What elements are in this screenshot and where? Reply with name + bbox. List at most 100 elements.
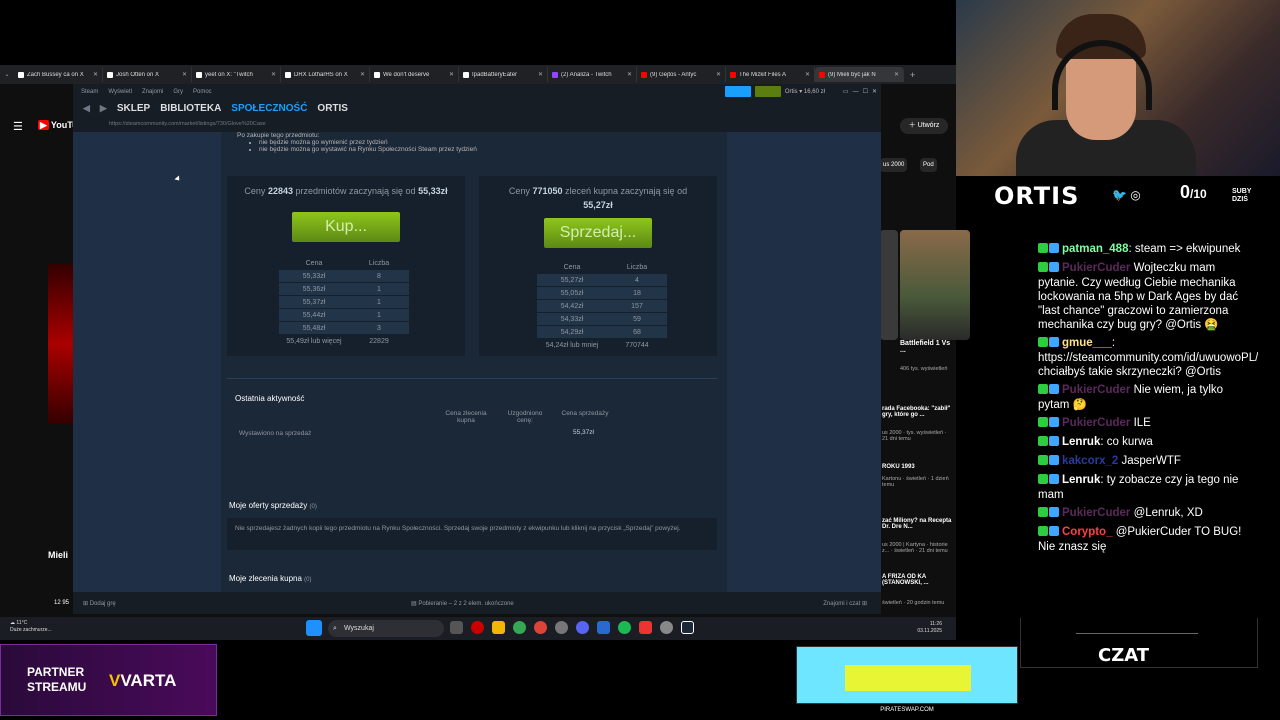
minimize-icon[interactable]: ▭ (843, 88, 849, 95)
close-button[interactable]: ✕ (872, 88, 877, 95)
forward-arrow-icon[interactable]: ▶ (100, 103, 107, 114)
steam-taskbar-icon[interactable] (681, 621, 694, 634)
activity-row-value: 55,37zł (573, 429, 594, 436)
browser-tab[interactable]: We don't deserve ✕ (370, 67, 459, 82)
table-row: 54,29zł 68 (537, 326, 667, 339)
new-tab-button[interactable]: + (904, 70, 921, 80)
steam-menu-friends[interactable]: Znajomi (142, 89, 163, 95)
chat-badges-icon (1038, 243, 1060, 257)
chat-username[interactable]: PukierCuder (1062, 262, 1130, 274)
nav-community[interactable]: SPOŁECZNOŚĆ (231, 103, 307, 114)
download-status[interactable]: ▤ Pobieranie – 2 z 2 elem. ukończone (411, 600, 514, 607)
spotify-icon[interactable] (618, 621, 631, 634)
chat-username[interactable]: PukierCuder (1062, 507, 1130, 519)
browser-tab[interactable]: yeet on X: "Twitch ✕ (192, 67, 281, 82)
announcement-button[interactable] (724, 86, 751, 97)
chat-username[interactable]: kakcorx_2 (1062, 455, 1118, 467)
chat-message: kakcorx_2 JasperWTF (1038, 454, 1252, 469)
create-button[interactable]: ＋ Utwórz (900, 118, 948, 134)
tab-close-icon[interactable]: ✕ (538, 71, 543, 78)
tab-close-icon[interactable]: ✕ (360, 71, 365, 78)
chat-badges-icon (1038, 337, 1060, 351)
wallet-balance[interactable]: Ortis ▾ 16,60 zł (785, 88, 825, 95)
menu-icon[interactable]: ☰ (13, 120, 23, 133)
view-count: 12 95 (54, 600, 70, 606)
tab-close-icon[interactable]: ✕ (182, 71, 187, 78)
app-icon[interactable] (597, 621, 610, 634)
browser-tab[interactable]: DRX LotharHS on X ✕ (281, 67, 370, 82)
chat-username[interactable]: gmue___ (1062, 337, 1112, 349)
table-row: 55,48zł 3 (279, 322, 409, 335)
nav-library[interactable]: BIBLIOTEKA (160, 103, 221, 114)
task-view-icon[interactable] (450, 621, 463, 634)
obs-icon[interactable] (555, 621, 568, 634)
friends-chat-button[interactable]: Znajomi i czat ⊞ (823, 600, 867, 607)
app-icon[interactable] (660, 621, 673, 634)
discord-icon[interactable] (576, 621, 589, 634)
file-explorer-icon[interactable] (492, 621, 505, 634)
map-pin-icon[interactable] (639, 621, 652, 634)
taskbar-clock[interactable]: 11:26 03.11.2025 (917, 621, 942, 635)
video-title[interactable]: Battlefield 1 Vs ... (900, 340, 956, 354)
weather-icon: ☁ (10, 620, 15, 626)
video-title[interactable]: A FRIZA OD KA (STANOWSKI, ... (882, 574, 954, 586)
steam-menu-steam[interactable]: Steam (81, 89, 98, 95)
browser-tab[interactable]: (9) Mieli być jak N ✕ (815, 67, 904, 82)
sell-listings-box: Ceny 22843 przedmiotów zaczynają się od … (227, 176, 465, 356)
tab-close-icon[interactable]: ✕ (894, 71, 899, 78)
video-title[interactable]: ROKU 1993 (882, 464, 954, 470)
chat-username[interactable]: patman_488 (1062, 243, 1128, 255)
back-arrow-icon[interactable]: ◀ (83, 103, 90, 114)
sell-button[interactable]: Sprzedaj... (544, 218, 652, 248)
buy-button[interactable]: Kup... (292, 212, 400, 242)
opera-icon[interactable] (471, 621, 484, 634)
browser-tab[interactable]: Josh Otten on X ✕ (103, 67, 192, 82)
video-thumbnail[interactable] (900, 230, 970, 340)
steam-menu-games[interactable]: Gry (173, 89, 183, 95)
tab-close-icon[interactable]: ✕ (716, 71, 721, 78)
maximize-button[interactable]: ☐ (863, 88, 868, 95)
chat-username[interactable]: Corypto_ (1062, 526, 1112, 538)
steam-url-bar[interactable]: https://steamcommunity.com/market/listin… (73, 117, 881, 132)
chat-username[interactable]: PukierCuder (1062, 417, 1130, 429)
chat-username[interactable]: Lenruk (1062, 474, 1100, 486)
video-title[interactable]: zać Miliony? na Recepta Dr. Dre N... (882, 518, 954, 530)
chat-username[interactable]: Lenruk (1062, 436, 1100, 448)
steam-window: Steam Wyświetl Znajomi Gry Pomoc Ortis ▾… (73, 84, 881, 614)
minimize-button[interactable]: — (853, 89, 859, 95)
add-game-button[interactable]: ⊞ Dodaj grę (83, 600, 116, 607)
my-listings-panel (227, 518, 717, 550)
chat-message: PukierCuder Nie wiem, ja tylko pytam 🤔 (1038, 383, 1252, 412)
tab-close-icon[interactable]: ✕ (93, 71, 98, 78)
weather-widget[interactable]: ☁ 11°C Duże zachmurze... (10, 620, 52, 634)
start-icon[interactable] (306, 620, 322, 636)
video-title[interactable]: rada Facebooka: "zabił" gry, które go ..… (882, 406, 954, 418)
partner-banner: PARTNER STREAMU VVARTA (0, 644, 217, 716)
tab-close-icon[interactable]: ✕ (271, 71, 276, 78)
tab-close-icon[interactable]: ✕ (627, 71, 632, 78)
notification-bell-button[interactable] (754, 86, 781, 97)
nav-profile[interactable]: ORTIS (317, 103, 348, 114)
tab-close-icon[interactable]: ✕ (805, 71, 810, 78)
tab-close-icon[interactable]: ✕ (449, 71, 454, 78)
chat-username[interactable]: PukierCuder (1062, 384, 1130, 396)
steam-menu-help[interactable]: Pomoc (193, 89, 212, 95)
chrome-profile-icon[interactable] (534, 621, 547, 634)
nav-store[interactable]: SKLEP (117, 103, 150, 114)
youtube-logo[interactable]: ▶ YouTube (38, 120, 88, 132)
chip-filter[interactable]: us 2000 (880, 158, 908, 172)
tab-search-icon[interactable]: ⌄ (0, 71, 14, 78)
browser-tab[interactable]: (9) Gejtos - Antyc ✕ (637, 67, 726, 82)
chrome-icon[interactable] (513, 621, 526, 634)
browser-tab[interactable]: Zach Bussey ca on X ✕ (14, 67, 103, 82)
chip-filter[interactable]: Pod (920, 158, 937, 172)
browser-tab[interactable]: (2) Analiza - Twitch ✕ (548, 67, 637, 82)
chat-label: CZAT (1098, 645, 1150, 666)
video-player-edge[interactable] (48, 264, 73, 424)
taskbar-search[interactable]: ⌕ Wyszukaj (328, 620, 444, 637)
video-thumbnail[interactable] (880, 230, 898, 340)
table-row: 55,36zł 1 (279, 283, 409, 296)
browser-tab[interactable]: The Mizkif Files A ✕ (726, 67, 815, 82)
browser-tab[interactable]: IpadBatteryEater ✕ (459, 67, 548, 82)
steam-menu-view[interactable]: Wyświetl (108, 89, 132, 95)
